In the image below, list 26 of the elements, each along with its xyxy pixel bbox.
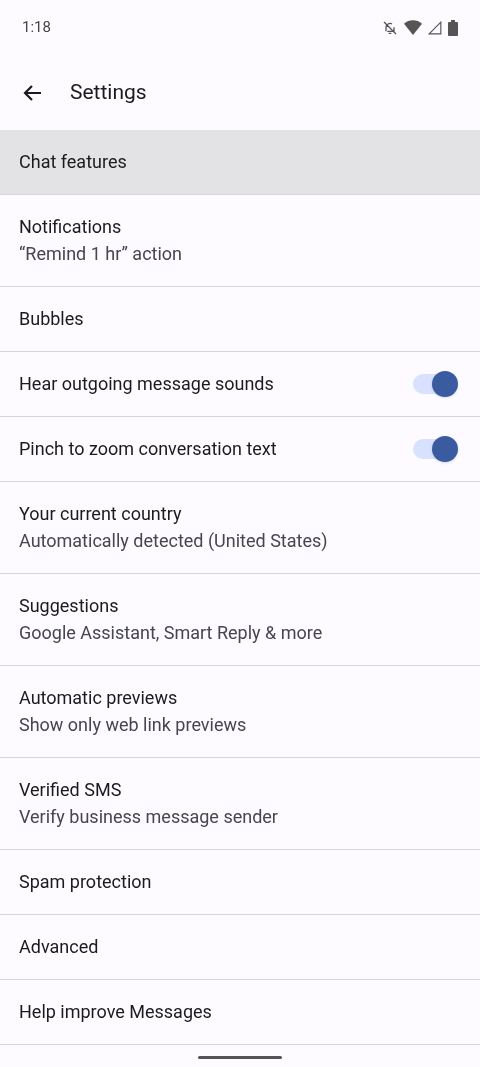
status-time: 1:18 (22, 17, 51, 39)
item-title: Verified SMS (19, 777, 123, 802)
settings-item[interactable]: Chat features (0, 130, 480, 195)
item-title: Your current country (19, 501, 183, 526)
item-title: Bubbles (19, 307, 84, 331)
item-subtitle: Verify business message sender (19, 804, 278, 829)
item-title: Advanced (19, 935, 99, 959)
item-title: Pinch to zoom conversation text (19, 437, 277, 461)
item-title: Spam protection (19, 870, 152, 894)
item-subtitle: “Remind 1 hr” action (19, 241, 183, 266)
wifi-icon (404, 20, 422, 35)
item-title: Hear outgoing message sounds (19, 372, 274, 396)
item-title: Chat features (19, 150, 127, 174)
item-title: Suggestions (19, 593, 120, 618)
item-title: Automatic previews (19, 685, 179, 710)
page-title: Settings (70, 78, 147, 106)
signal-icon (428, 20, 442, 35)
battery-icon (448, 19, 458, 36)
item-title: Help improve Messages (19, 1000, 212, 1024)
item-subtitle: Google Assistant, Smart Reply & more (19, 620, 323, 645)
toggle-switch[interactable] (411, 370, 459, 398)
notifications-off-icon (382, 19, 398, 36)
item-subtitle: Show only web link previews (19, 712, 247, 737)
item-subtitle: Automatically detected (United States) (19, 528, 328, 553)
toggle-switch[interactable] (411, 435, 459, 463)
item-title: Notifications (19, 214, 123, 239)
